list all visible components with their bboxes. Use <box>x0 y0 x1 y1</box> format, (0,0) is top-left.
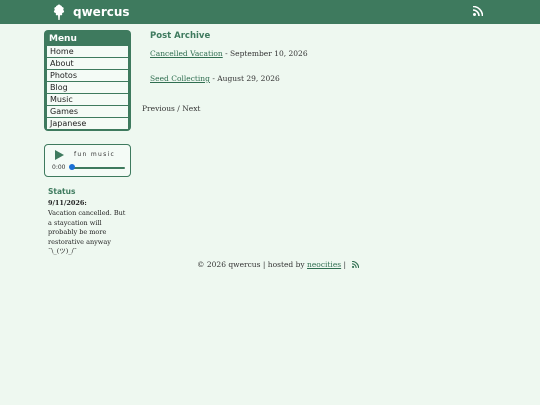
player-seek-bar[interactable] <box>71 167 125 169</box>
oak-leaf-icon[interactable] <box>52 4 66 20</box>
player-seek-handle[interactable] <box>69 164 75 170</box>
host-link[interactable]: neocities <box>307 260 341 269</box>
sidebar-menu: Menu Home About Photos Blog Music Games … <box>44 30 131 131</box>
footer-copyright: © 2026 qwercus | hosted by <box>197 260 308 269</box>
pagination: Previous / Next <box>142 104 200 113</box>
post-date: - August 29, 2026 <box>209 74 280 83</box>
post-entry: Cancelled Vacation - September 10, 2026 <box>150 49 308 58</box>
status-title: Status <box>48 187 76 196</box>
previous-link[interactable]: Previous <box>142 104 175 113</box>
next-link[interactable]: Next <box>182 104 200 113</box>
music-player: fun music 0:00 <box>44 144 131 177</box>
post-link[interactable]: Seed Collecting <box>150 74 210 83</box>
menu-item-home[interactable]: Home <box>47 46 128 57</box>
post-link[interactable]: Cancelled Vacation <box>150 49 223 58</box>
rss-icon[interactable] <box>352 261 360 268</box>
menu-item-about[interactable]: About <box>47 58 128 69</box>
menu-item-blog[interactable]: Blog <box>47 82 128 93</box>
footer-separator: | <box>341 260 349 269</box>
footer: © 2026 qwercus | hosted by neocities | <box>197 260 360 269</box>
status-text: Vacation cancelled. But a staycation wil… <box>48 209 126 255</box>
site-header: qwercus <box>0 0 540 24</box>
page-title: Post Archive <box>150 31 211 41</box>
menu-item-japanese[interactable]: Japanese <box>47 118 128 129</box>
menu-item-games[interactable]: Games <box>47 106 128 117</box>
menu-item-music[interactable]: Music <box>47 94 128 105</box>
player-title: fun music <box>74 151 116 158</box>
menu-item-photos[interactable]: Photos <box>47 70 128 81</box>
play-icon[interactable] <box>55 150 64 160</box>
status-date: 9/11/2026: <box>48 199 87 207</box>
post-date: - September 10, 2026 <box>222 49 308 58</box>
menu-title: Menu <box>49 34 77 44</box>
site-title[interactable]: qwercus <box>73 4 130 20</box>
player-time: 0:00 <box>52 164 66 171</box>
rss-icon[interactable] <box>473 6 483 16</box>
post-entry: Seed Collecting - August 29, 2026 <box>150 74 280 83</box>
